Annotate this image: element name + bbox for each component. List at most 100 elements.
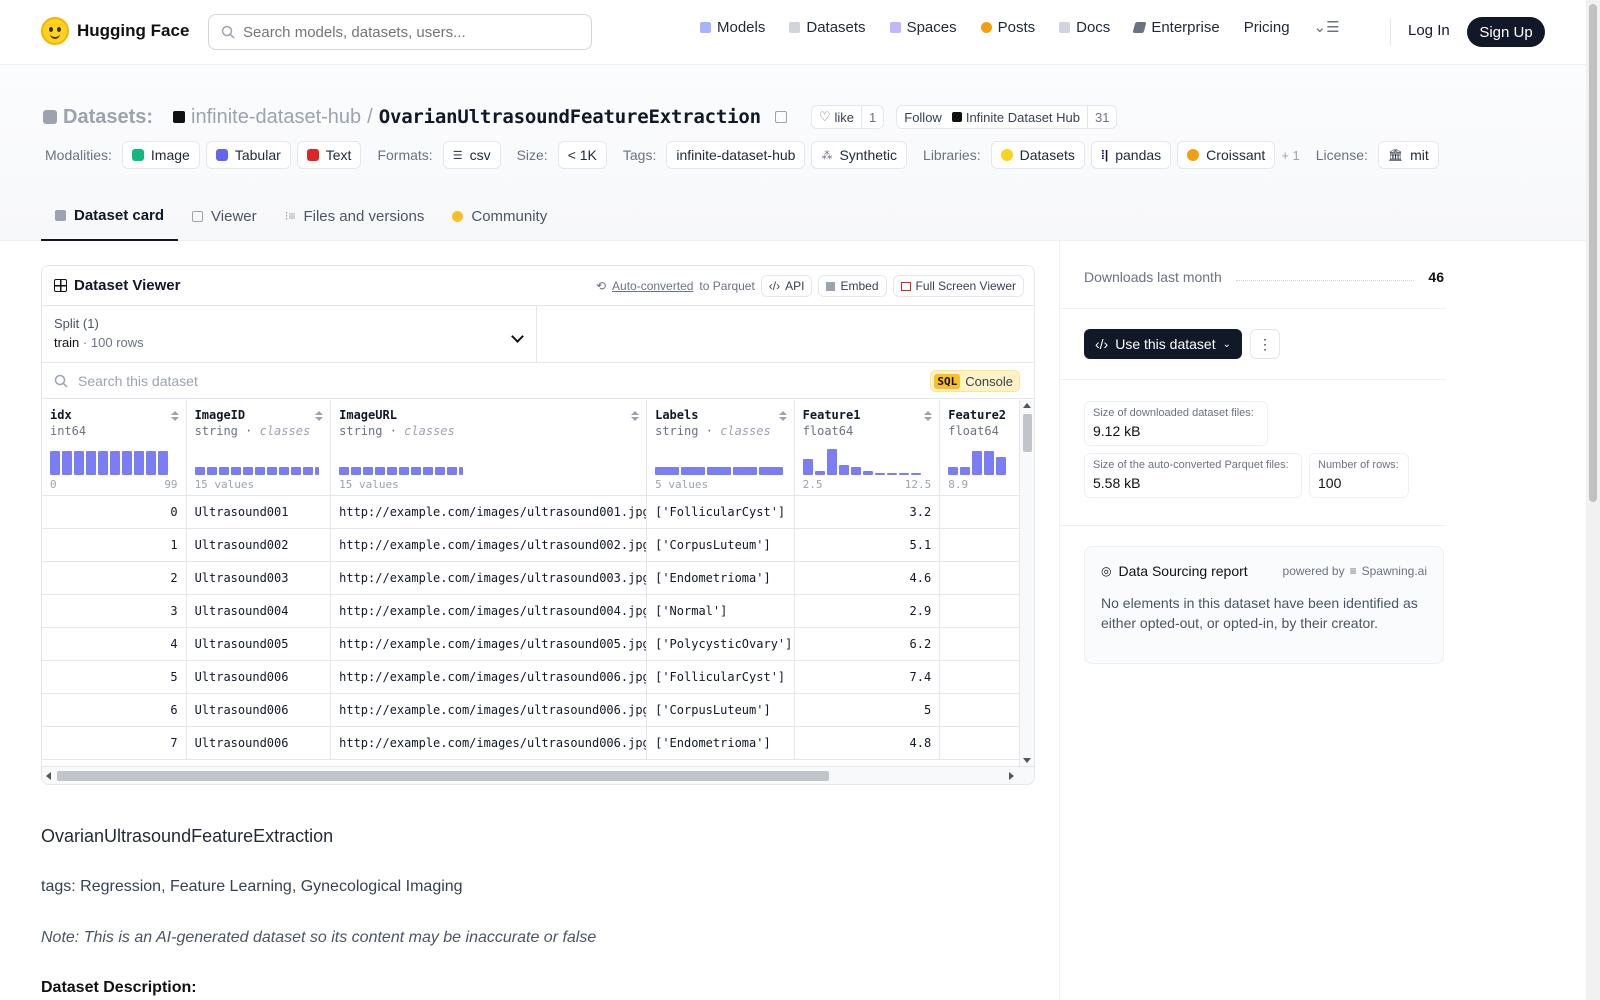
scroll-left-arrow-icon[interactable] <box>46 772 51 780</box>
tag-text[interactable]: Text <box>296 141 362 169</box>
api-button[interactable]: ‹/› API <box>760 275 813 297</box>
range-min: 8.9 <box>948 478 969 491</box>
column-type: float64 <box>948 424 999 438</box>
section-label[interactable]: Datasets: <box>63 106 153 129</box>
global-search-input[interactable] <box>243 23 573 41</box>
tab-community-label: Community <box>471 207 548 225</box>
owner-link[interactable]: infinite-dataset-hub <box>191 106 361 129</box>
nav-posts[interactable]: Posts <box>980 19 1035 36</box>
column-header-imageid[interactable]: ImageID string · classes 15 values <box>187 400 332 495</box>
nav-docs[interactable]: Docs <box>1059 19 1110 36</box>
sort-icon[interactable] <box>315 411 324 421</box>
sort-icon[interactable] <box>778 411 787 421</box>
class-summary: 15 values <box>194 478 255 491</box>
table-row[interactable]: 5 Ultrasound006 http://example.com/images/… <box>42 661 1020 694</box>
cell-imageid: Ultrasound002 <box>187 529 332 561</box>
dataset-icon <box>43 110 57 124</box>
nav-spaces[interactable]: Spaces <box>889 19 957 36</box>
table-row[interactable]: 3 Ultrasound004 http://example.com/images/… <box>42 595 1020 628</box>
column-header-feature2[interactable]: Feature2 float64 8.9 <box>940 400 1020 495</box>
global-search[interactable] <box>208 14 592 50</box>
nav-models[interactable]: Models <box>700 19 765 36</box>
table-row[interactable]: 2 Ultrasound003 http://example.com/images/… <box>42 562 1020 595</box>
table-row[interactable]: 1 Ultrasound002 http://example.com/images/… <box>42 529 1020 562</box>
home-logo[interactable]: Hugging Face <box>41 17 189 45</box>
nav-datasets[interactable]: Datasets <box>789 19 866 36</box>
sql-console-button[interactable]: SQL Console <box>930 370 1020 392</box>
spawning-link[interactable]: Spawning.ai <box>1362 564 1427 578</box>
tag-infinite-dataset-hub[interactable]: infinite-dataset-hub <box>666 141 806 169</box>
repo-name[interactable]: OvarianUltrasoundFeatureExtraction <box>379 106 761 128</box>
cell-feature1: 2.9 <box>795 595 941 627</box>
more-options-button[interactable]: ⋮ <box>1250 329 1280 359</box>
scroll-right-arrow-icon[interactable] <box>1009 772 1014 780</box>
cell-imageid: Ultrasound006 <box>187 694 332 726</box>
autoconverted-link[interactable]: Auto-converted <box>612 279 693 293</box>
dataset-search[interactable]: Search this dataset SQL Console <box>42 363 1034 399</box>
column-header-imageurl[interactable]: ImageURL string · classes 15 values <box>331 400 648 495</box>
tag-csv-label: csv <box>469 147 491 163</box>
login-link[interactable]: Log In <box>1408 22 1450 39</box>
tab-files[interactable]: ⁝≡ Files and versions <box>271 191 439 241</box>
table-vertical-scrollbar[interactable] <box>1019 400 1034 766</box>
table-row[interactable]: 0 Ultrasound001 http://example.com/images/… <box>42 496 1020 529</box>
tag-synthetic[interactable]: ⁂ Synthetic <box>811 141 908 169</box>
tag-tabular[interactable]: Tabular <box>205 141 291 169</box>
class-summary: 5 values <box>655 478 709 491</box>
tag-size[interactable]: < 1K <box>557 141 607 169</box>
downloads-stat: Downloads last month 46 <box>1084 269 1444 285</box>
embed-button[interactable]: Embed <box>818 275 887 297</box>
sort-icon[interactable] <box>631 411 640 421</box>
table-row[interactable]: 4 Ultrasound005 http://example.com/images/… <box>42 628 1020 661</box>
tag-csv[interactable]: ☰ csv <box>442 141 501 169</box>
tag-license[interactable]: 🏛 mit <box>1377 141 1439 169</box>
nav-enterprise[interactable]: Enterprise <box>1132 19 1220 36</box>
scroll-thumb[interactable] <box>1023 414 1032 452</box>
use-dataset-button[interactable]: ‹/› Use this dataset ⌄ <box>1084 329 1242 359</box>
page-scrollbar[interactable] <box>1586 0 1600 1000</box>
csv-icon: ☰ <box>452 149 463 162</box>
fullscreen-label: Full Screen Viewer <box>915 279 1017 293</box>
libraries-more[interactable]: + 1 <box>1281 148 1299 163</box>
column-header-feature1[interactable]: Feature1 float64 2.5 12.5 <box>795 400 941 495</box>
scroll-thumb[interactable] <box>57 771 829 781</box>
cell-feature2 <box>940 529 1020 561</box>
tab-viewer[interactable]: Viewer <box>178 191 271 241</box>
table-row[interactable]: 7 Ultrasound006 http://example.com/images/… <box>42 727 1020 760</box>
more-menu-icon[interactable]: ⌄☰ <box>1314 18 1340 36</box>
signup-button[interactable]: Sign Up <box>1467 17 1545 47</box>
tag-pandas[interactable]: ⁞| pandas <box>1090 141 1172 169</box>
like-button[interactable]: ♡ like 1 <box>810 105 885 129</box>
table-horizontal-scrollbar[interactable] <box>42 766 1034 784</box>
size-parquet-box: Size of the auto-converted Parquet files… <box>1084 453 1302 498</box>
page-scroll-thumb[interactable] <box>1589 4 1597 502</box>
sql-badge: SQL <box>934 373 961 389</box>
column-name: Feature2 <box>948 408 1007 422</box>
sort-icon[interactable] <box>170 411 179 421</box>
copy-icon[interactable] <box>774 111 787 123</box>
nav-pricing[interactable]: Pricing <box>1244 19 1290 36</box>
viewer-header: Dataset Viewer ⟲ Auto-converted to Parqu… <box>42 266 1034 306</box>
split-selector[interactable]: Split (1) train · 100 rows <box>42 306 537 362</box>
table-header: idx int64 0 99 ImageID string · classes 1… <box>42 400 1020 496</box>
scroll-down-arrow-icon[interactable] <box>1023 758 1031 763</box>
scroll-up-arrow-icon[interactable] <box>1023 403 1031 408</box>
repo-header: Datasets: infinite-dataset-hub / Ovarian… <box>0 65 1586 241</box>
table-row[interactable]: 6 Ultrasound006 http://example.com/images/… <box>42 694 1020 727</box>
like-label: like <box>834 109 855 125</box>
column-header-labels[interactable]: Labels string · classes 5 values <box>647 400 795 495</box>
image-icon <box>131 149 144 161</box>
range-max: 99 <box>164 478 178 491</box>
split-row: Split (1) train · 100 rows <box>42 306 1034 363</box>
fullscreen-button[interactable]: Full Screen Viewer <box>892 275 1024 297</box>
tag-image[interactable]: Image <box>121 141 200 169</box>
column-header-idx[interactable]: idx int64 0 99 <box>42 400 187 495</box>
tag-croissant[interactable]: Croissant <box>1177 141 1276 169</box>
nav-models-label: Models <box>717 18 766 36</box>
follow-button[interactable]: Follow Infinite Dataset Hub 31 <box>896 105 1118 129</box>
sort-icon[interactable] <box>924 411 933 421</box>
tab-dataset-card[interactable]: Dataset card <box>41 191 179 241</box>
modalities-key: Modalities: <box>45 147 112 163</box>
tab-community[interactable]: Community <box>438 191 561 241</box>
tag-datasets-lib[interactable]: Datasets <box>990 141 1085 169</box>
